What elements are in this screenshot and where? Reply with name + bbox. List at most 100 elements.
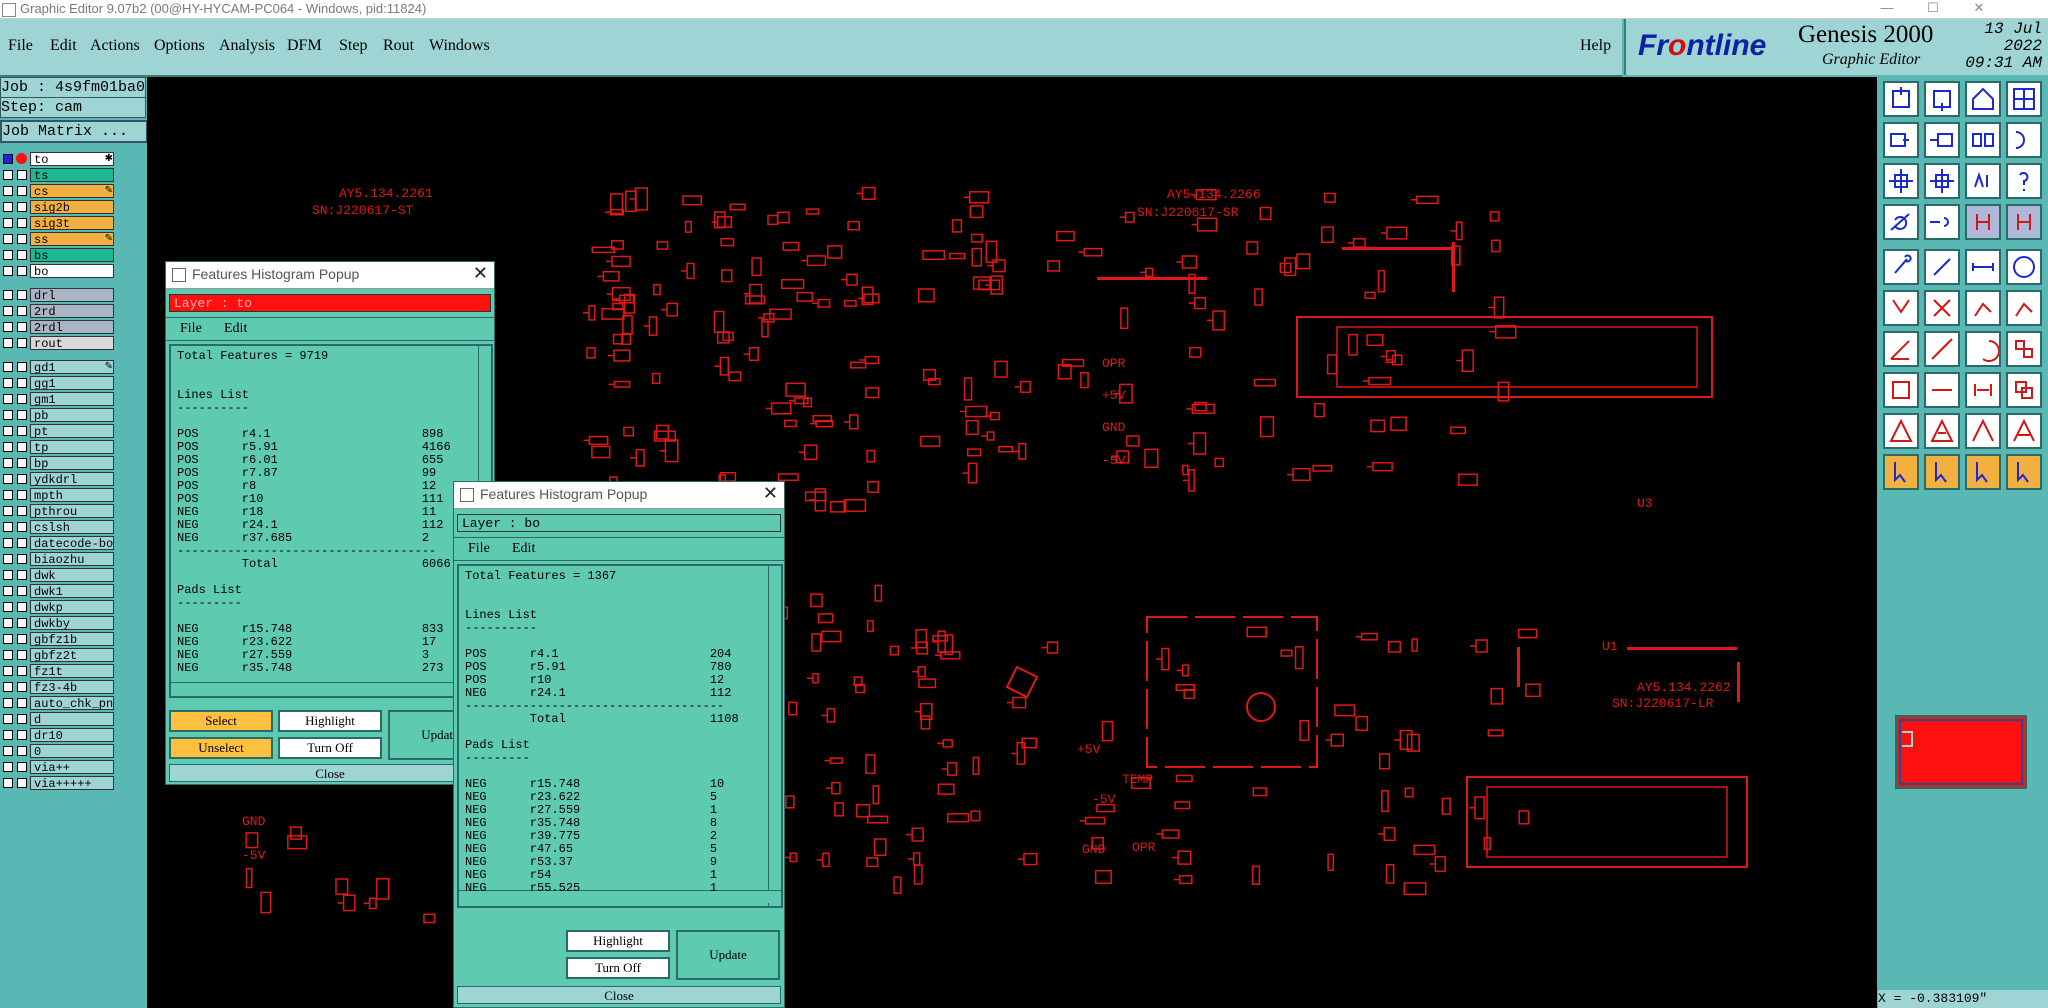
layer-checkbox[interactable] [3,570,13,580]
circle-tool-button[interactable] [2006,249,2042,285]
layer-row[interactable]: auto_chk_pn [0,696,117,710]
layer-affected-checkbox[interactable] [17,698,27,708]
layer-affected-checkbox[interactable] [17,426,27,436]
unselect-button[interactable]: Unselect [169,737,273,759]
tri4-tool-button[interactable] [2006,413,2042,449]
popup-close-icon[interactable]: ✕ [473,263,488,284]
minimize-button[interactable]: — [1864,0,1910,18]
layer-row[interactable]: sig3t [0,216,117,230]
horizontal-scrollbar[interactable] [171,682,491,695]
layer-affected-checkbox[interactable] [17,234,27,244]
tri2-tool-button[interactable] [1924,413,1960,449]
layer-affected-checkbox[interactable] [17,634,27,644]
layer-row[interactable]: 0 [0,744,117,758]
layer-affected-checkbox[interactable] [17,250,27,260]
home-tool-button[interactable] [1965,81,2001,117]
popup-title-bar[interactable]: Features Histogram Popup ✕ [454,482,784,509]
layer-affected-checkbox[interactable] [17,474,27,484]
scale-tool-button[interactable] [1965,163,2001,199]
layer-affected-checkbox[interactable] [17,650,27,660]
pad-dot-tool-button[interactable] [1883,372,1919,408]
layer-checkbox[interactable] [3,218,13,228]
snap-red2-tool-button[interactable] [2006,204,2042,240]
layer-checkbox[interactable] [3,618,13,628]
menu-rout[interactable]: Rout [383,37,414,55]
layer-checkbox[interactable] [3,714,13,724]
layer-row[interactable]: dr10 [0,728,117,742]
select-button[interactable]: Select [169,710,273,732]
layer-row[interactable]: ydkdrl [0,472,117,486]
layer-row[interactable]: dwk1 [0,584,117,598]
highlight-button[interactable]: Highlight [566,930,670,952]
zoom-fit-tool-button[interactable] [1924,163,1960,199]
pointer4-tool-button[interactable] [2006,454,2042,490]
layer-row[interactable]: rout [0,336,117,350]
layer-row[interactable]: bp [0,456,117,470]
menu-options[interactable]: Options [154,37,205,55]
layer-row[interactable]: fz3-4b [0,680,117,694]
popup-menu-edit[interactable]: Edit [512,538,535,560]
layer-affected-checkbox[interactable] [17,322,27,332]
layer-affected-checkbox[interactable] [17,618,27,628]
layer-row[interactable]: via+++++ [0,776,117,790]
diag-tool-button[interactable] [1924,331,1960,367]
pad-tool-button[interactable] [1883,249,1919,285]
layer-checkbox[interactable] [3,698,13,708]
layer-row[interactable]: datecode-bo [0,536,117,550]
layer-checkbox[interactable] [3,650,13,660]
line-tool-tool-button[interactable] [1924,249,1960,285]
snap-red-tool-button[interactable] [1965,204,2001,240]
pointer-tool-button[interactable] [1883,454,1919,490]
layout-tool-button[interactable] [2006,81,2042,117]
menu-dfm[interactable]: DFM [287,37,322,55]
layer-row[interactable]: sig2b [0,200,117,214]
layer-affected-checkbox[interactable] [17,306,27,316]
layer-affected-checkbox[interactable] [17,186,27,196]
popup-title-bar[interactable]: Features Histogram Popup ✕ [166,262,494,289]
layer-row[interactable]: dwkby [0,616,117,630]
menu-step[interactable]: Step [339,37,367,55]
layer-checkbox[interactable] [3,538,13,548]
layer-checkbox[interactable] [3,442,13,452]
layer-affected-checkbox[interactable] [17,290,27,300]
layer-checkbox[interactable] [3,634,13,644]
layer-row[interactable]: gg1 [0,376,117,390]
redraw-tool-button[interactable] [2006,122,2042,158]
histogram-text-area[interactable]: Total Features = 9719 Lines List ---------… [169,344,493,698]
layer-checkbox[interactable] [3,458,13,468]
x-tool-button[interactable] [1924,290,1960,326]
layer-affected-checkbox[interactable] [17,394,27,404]
popup-menu-file[interactable]: File [468,538,490,560]
layer-row[interactable]: ts [0,168,117,182]
layer-checkbox[interactable] [3,290,13,300]
layer-affected-checkbox[interactable] [17,170,27,180]
help-tool-button[interactable] [2006,163,2042,199]
layer-affected-checkbox[interactable] [17,666,27,676]
layer-row[interactable]: drl [0,288,117,302]
turn-off-button[interactable]: Turn Off [566,957,670,979]
popup-close-button[interactable]: Close [457,986,781,1004]
node-tool-button[interactable] [1883,290,1919,326]
layer-row[interactable]: biaozhu [0,552,117,566]
layer-affected-checkbox[interactable] [17,362,27,372]
layer-affected-checkbox[interactable] [17,458,27,468]
layer-row[interactable]: 2rd [0,304,117,318]
layer-affected-checkbox[interactable] [17,778,27,788]
layer-row[interactable]: 2rdl [0,320,117,334]
layer-affected-checkbox[interactable] [17,730,27,740]
layer-row[interactable]: dwkp [0,600,117,614]
menu-file[interactable]: File [8,37,33,55]
layer-affected-checkbox[interactable] [17,506,27,516]
layer-affected-checkbox[interactable] [17,490,27,500]
layer-checkbox[interactable] [3,490,13,500]
job-matrix-button[interactable]: Job Matrix ... [0,120,148,143]
layer-checkbox[interactable] [3,394,13,404]
arc-tool-button[interactable] [1965,331,2001,367]
layer-row[interactable]: bo [0,264,117,278]
copy-tool-button[interactable] [2006,372,2042,408]
layer-row[interactable]: d [0,712,117,726]
layer-affected-checkbox[interactable] [17,682,27,692]
layer-checkbox[interactable] [3,154,13,164]
pointer2-tool-button[interactable] [1924,454,1960,490]
layer-checkbox[interactable] [3,234,13,244]
